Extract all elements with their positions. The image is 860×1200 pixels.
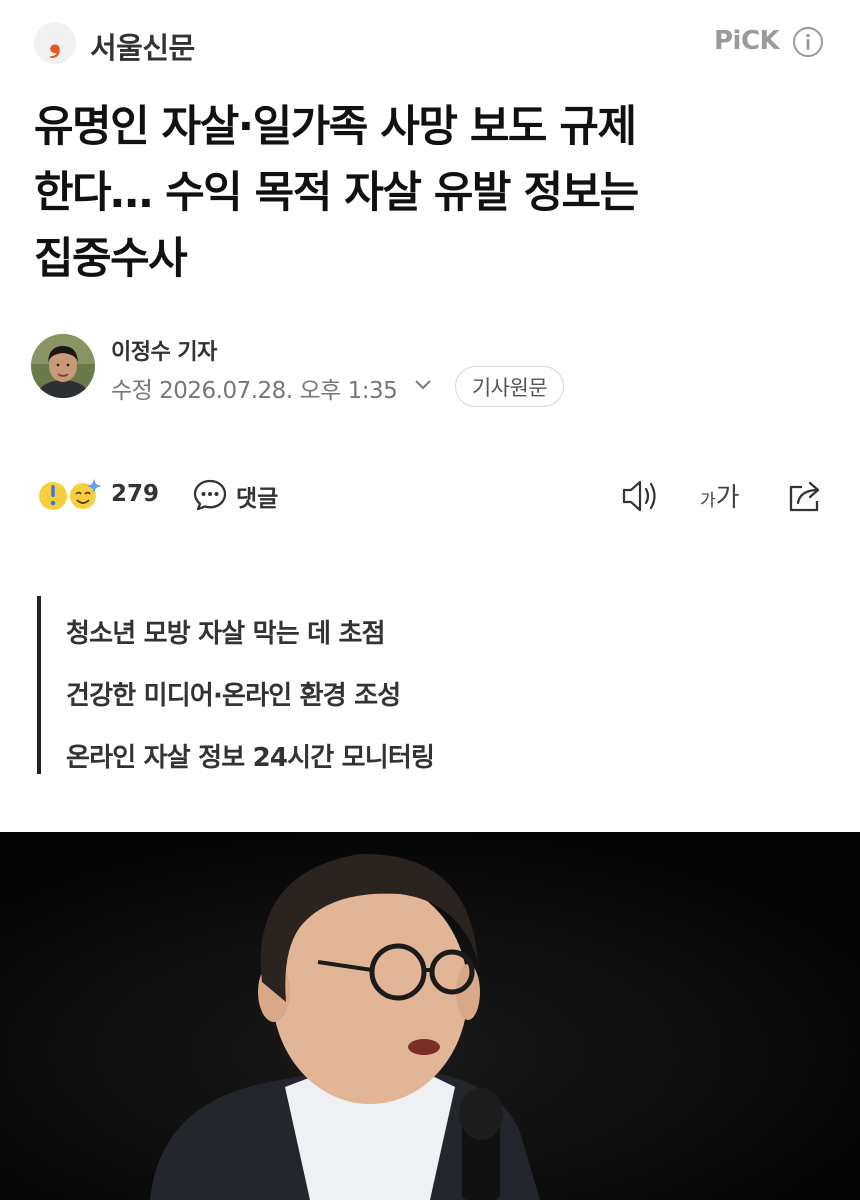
- press-logo-glyph: ❟: [49, 24, 61, 59]
- article-summary: 청소년 모방 자살 막는 데 초점 건강한 미디어·온라인 환경 조성 온라인 …: [66, 603, 435, 789]
- comment-label[interactable]: 댓글: [236, 479, 278, 513]
- reaction-count[interactable]: 279: [111, 481, 159, 507]
- summary-line: 건강한 미디어·온라인 환경 조성: [66, 681, 401, 711]
- chevron-down-icon[interactable]: [413, 378, 433, 392]
- original-article-button[interactable]: 기사원문: [455, 366, 564, 407]
- summary-line: 청소년 모방 자살 막는 데 초점: [66, 619, 386, 649]
- font-size-small-label: 가: [700, 491, 716, 511]
- font-size-icon[interactable]: 가가: [700, 477, 754, 515]
- article-date[interactable]: 수정 2026.07.28. 오후 1:35: [111, 371, 398, 405]
- comment-icon[interactable]: [192, 478, 228, 512]
- summary-bar: [37, 596, 41, 774]
- summary-line: 온라인 자살 정보 24시간 모니터링: [66, 743, 435, 773]
- press-name[interactable]: 서울신문: [90, 25, 195, 67]
- headline-line: 집중수사: [34, 234, 188, 284]
- article-photo[interactable]: [0, 832, 860, 1200]
- article-headline: 유명인 자살·일가족 사망 보도 규제 한다… 수익 목적 자살 유발 정보는 …: [34, 94, 834, 292]
- reporter-name[interactable]: 이정수 기자: [111, 334, 217, 366]
- share-icon[interactable]: [786, 477, 826, 515]
- speaker-icon[interactable]: [620, 478, 662, 514]
- pick-badge: PiCK: [714, 26, 780, 56]
- headline-line: 유명인 자살·일가족 사망 보도 규제: [34, 102, 637, 152]
- reaction-icon[interactable]: [36, 476, 108, 516]
- press-logo[interactable]: ❟: [34, 22, 76, 64]
- top-bar: ❟ 서울신문 PiCK: [0, 0, 860, 86]
- info-icon[interactable]: [792, 26, 824, 58]
- reporter-avatar[interactable]: [31, 334, 95, 398]
- font-size-large-label: 가: [715, 483, 740, 513]
- headline-line: 한다… 수익 목적 자살 유발 정보는: [34, 168, 639, 218]
